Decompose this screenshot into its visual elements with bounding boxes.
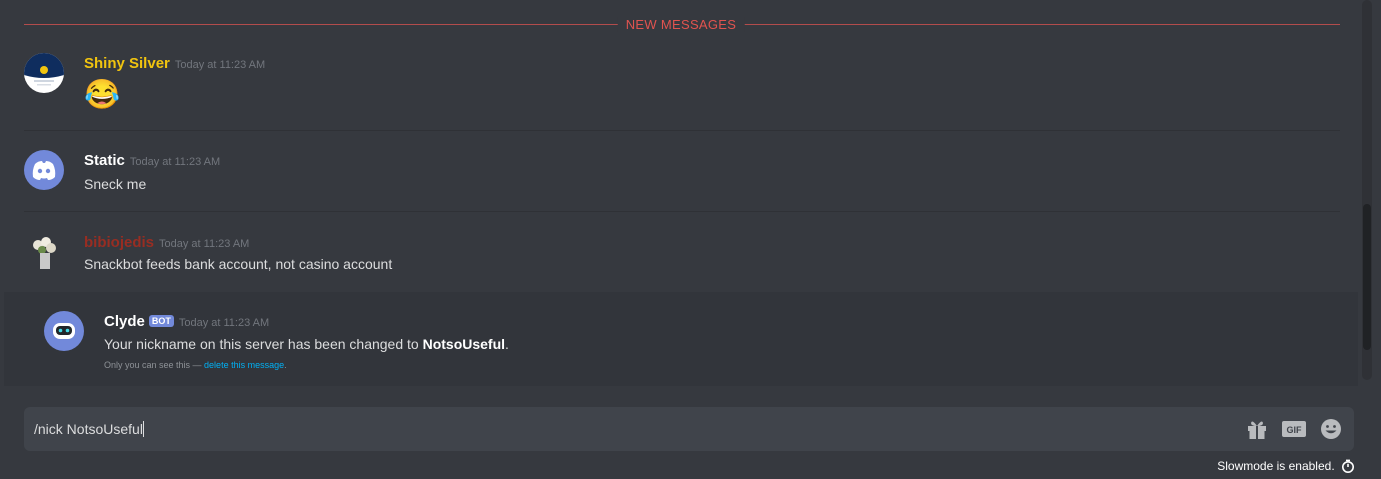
- bot-tag: BOT: [148, 315, 174, 327]
- author-name[interactable]: bibiojedis: [84, 234, 154, 251]
- author-name[interactable]: Static: [84, 152, 125, 169]
- content-suffix: .: [505, 336, 509, 352]
- message-separator: [24, 211, 1340, 212]
- gift-icon[interactable]: [1245, 418, 1269, 440]
- message-author[interactable]: Static Today at 11:23 AM: [84, 152, 220, 169]
- message-content: 😂: [84, 79, 121, 111]
- message-timestamp: Today at 11:23 AM: [129, 156, 221, 168]
- avatar[interactable]: [44, 311, 84, 351]
- author-name[interactable]: Shiny Silver: [84, 55, 170, 72]
- message-list[interactable]: NEW MESSAGES Shiny Silver Today at 11:23 …: [0, 0, 1362, 395]
- ephemeral-note-suffix: .: [284, 360, 287, 370]
- discord-logo-icon: [32, 161, 56, 180]
- nickname-text: NotsoUseful: [422, 336, 506, 352]
- svg-text:GIF: GIF: [1287, 425, 1303, 435]
- avatar[interactable]: [24, 150, 64, 190]
- timer-icon: [1341, 459, 1355, 476]
- content-text: Your nickname on this server has been ch…: [104, 336, 423, 352]
- message-author[interactable]: Clyde BOT Today at 11:23 AM: [104, 313, 269, 330]
- new-messages-label: NEW MESSAGES: [617, 17, 745, 32]
- message-content: Snackbot feeds bank account, not casino …: [84, 256, 393, 272]
- message-author[interactable]: Shiny Silver Today at 11:23 AM: [84, 55, 265, 72]
- message-separator: [24, 130, 1340, 131]
- ephemeral-note: Only you can see this — delete this mess…: [104, 360, 287, 370]
- slowmode-text: Slowmode is enabled.: [1217, 459, 1335, 473]
- gif-icon[interactable]: GIF: [1281, 418, 1306, 440]
- text-caret: [142, 421, 144, 437]
- message-input-text[interactable]: /nick NotsoUseful: [34, 421, 144, 437]
- emoji-icon[interactable]: [1319, 418, 1343, 440]
- author-name[interactable]: Clyde: [104, 313, 145, 330]
- message-timestamp: Today at 11:23 AM: [159, 238, 250, 250]
- message-timestamp: Today at 11:23 AM: [174, 59, 266, 71]
- avatar[interactable]: [24, 233, 64, 273]
- message-author[interactable]: bibiojedis Today at 11:23 AM: [84, 234, 249, 251]
- input-value[interactable]: /nick NotsoUseful: [34, 421, 143, 437]
- ephemeral-note-text: Only you can see this —: [104, 360, 205, 370]
- message-content: Your nickname on this server has been ch…: [104, 336, 509, 352]
- message-timestamp: Today at 11:23 AM: [178, 317, 270, 329]
- slowmode-indicator: Slowmode is enabled.: [1217, 459, 1355, 476]
- message-content: Sneck me: [84, 176, 147, 192]
- avatar[interactable]: [24, 53, 64, 93]
- delete-message-link[interactable]: delete this message: [204, 360, 284, 370]
- message-input[interactable]: /nick NotsoUseful GIF: [24, 407, 1354, 451]
- clyde-bot-icon: [53, 323, 75, 339]
- scrollbar-thumb[interactable]: [1363, 204, 1371, 350]
